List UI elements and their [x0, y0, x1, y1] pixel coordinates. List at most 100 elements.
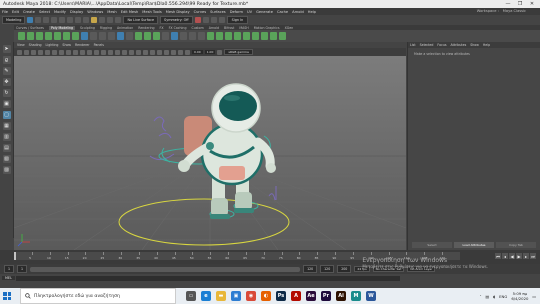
mirror-icon[interactable]: [126, 32, 133, 40]
menu-help[interactable]: Help: [308, 10, 316, 14]
premiere-icon[interactable]: Pr: [321, 291, 331, 301]
poly-cylinder-icon[interactable]: [36, 32, 43, 40]
menu-display[interactable]: Display: [70, 10, 83, 14]
select-object-icon[interactable]: [75, 17, 82, 23]
save-scene-icon[interactable]: [43, 17, 50, 23]
quad-draw-icon[interactable]: [198, 32, 205, 40]
shelf-tab-fx[interactable]: FX: [160, 26, 164, 30]
snap-curve-icon[interactable]: [99, 17, 106, 23]
volume-icon[interactable]: ◖: [493, 294, 495, 299]
sew-uv-icon[interactable]: [261, 32, 268, 40]
bevel-icon[interactable]: [153, 32, 160, 40]
menu-curves[interactable]: Curves: [194, 10, 206, 14]
panel-tab-focus[interactable]: Focus: [437, 43, 446, 47]
taskbar-search[interactable]: Πληκτρολογήστε εδώ για αναζήτηση: [20, 288, 176, 304]
render-settings-icon[interactable]: [210, 17, 217, 23]
paint-select-icon[interactable]: ✎: [2, 67, 11, 75]
separate-icon[interactable]: [99, 32, 106, 40]
poly-torus-icon[interactable]: [54, 32, 61, 40]
viewport-menu-shading[interactable]: Shading: [29, 43, 42, 47]
menu-modify[interactable]: Modify: [54, 10, 66, 14]
animation-end-field[interactable]: 200: [337, 265, 352, 273]
shadows-icon[interactable]: [129, 49, 134, 55]
four-view-icon[interactable]: ▦: [2, 122, 11, 130]
edge-icon[interactable]: e: [201, 291, 211, 301]
close-button[interactable]: ✕: [526, 0, 538, 8]
gate-mask-icon[interactable]: [66, 49, 71, 55]
menu-edit[interactable]: Edit: [12, 10, 19, 14]
poly-plane-icon[interactable]: [63, 32, 70, 40]
xray-joints-icon[interactable]: [178, 49, 183, 55]
xray-components-icon[interactable]: [185, 49, 190, 55]
planar-map-icon[interactable]: [216, 32, 223, 40]
color-space-select[interactable]: sRGB gamma: [224, 49, 253, 55]
camera-far-field[interactable]: 1.00: [204, 50, 216, 54]
photoshop-icon[interactable]: Ps: [276, 291, 286, 301]
end-time-field[interactable]: 120: [320, 265, 335, 273]
shelf-tab-rendering[interactable]: Rendering: [138, 26, 154, 30]
wireframe-icon[interactable]: [94, 49, 99, 55]
range-bar[interactable]: [30, 266, 301, 272]
cut-uv-icon[interactable]: [252, 32, 259, 40]
word-icon[interactable]: W: [366, 291, 376, 301]
smooth-shade-icon[interactable]: [101, 49, 106, 55]
target-weld-icon[interactable]: [180, 32, 187, 40]
spherical-map-icon[interactable]: [234, 32, 241, 40]
shelf-tab-xgen[interactable]: XGen: [285, 26, 294, 30]
anti-alias-icon[interactable]: [150, 49, 155, 55]
panel-tab-help[interactable]: Help: [483, 43, 490, 47]
menu-windows[interactable]: Windows: [87, 10, 103, 14]
auto-map-icon[interactable]: [243, 32, 250, 40]
start-button[interactable]: [0, 288, 14, 304]
wireframe-on-shaded-icon[interactable]: [108, 49, 113, 55]
file-explorer-icon[interactable]: ▬: [216, 291, 226, 301]
menu-arnold[interactable]: Arnold: [292, 10, 304, 14]
task-view-icon[interactable]: ▭: [186, 291, 196, 301]
motion-blur-icon[interactable]: [143, 49, 148, 55]
minimize-button[interactable]: —: [502, 0, 514, 8]
select-hierarchy-icon[interactable]: [67, 17, 74, 23]
menu-set-select[interactable]: Modeling: [2, 16, 26, 24]
uv-editor-icon[interactable]: [207, 32, 214, 40]
render-icon[interactable]: [194, 17, 201, 23]
play-forward-icon[interactable]: ▶: [516, 253, 522, 259]
bookmark-icon[interactable]: [31, 49, 36, 55]
new-scene-icon[interactable]: [27, 17, 34, 23]
shelf-tab-arnold[interactable]: Arnold: [209, 26, 219, 30]
menu-file[interactable]: File: [2, 10, 8, 14]
load-attributes-button[interactable]: Load Attributes: [454, 242, 494, 248]
shelf-tab-animation[interactable]: Animation: [117, 26, 133, 30]
panel-tab-attributes[interactable]: Attributes: [451, 43, 467, 47]
smooth-icon[interactable]: [108, 32, 115, 40]
persp-graph-icon[interactable]: ▤: [2, 144, 11, 152]
redo-icon[interactable]: [59, 17, 66, 23]
panel-tab-selected[interactable]: Selected: [420, 43, 434, 47]
film-gate-icon[interactable]: [52, 49, 57, 55]
cylindrical-map-icon[interactable]: [225, 32, 232, 40]
viewport-menu-renderer[interactable]: Renderer: [75, 43, 90, 47]
mel-label[interactable]: MEL: [2, 276, 15, 280]
play-back-icon[interactable]: ◀: [509, 253, 515, 259]
go-to-start-icon[interactable]: ⏮: [495, 253, 501, 259]
viewport-persp[interactable]: [14, 56, 406, 250]
shelf-tab-rigging[interactable]: Rigging: [100, 26, 112, 30]
select-camera-icon[interactable]: [17, 49, 22, 55]
ambient-occlusion-icon[interactable]: [136, 49, 141, 55]
current-time-marker[interactable]: [14, 252, 16, 260]
after-effects-icon[interactable]: Ae: [306, 291, 316, 301]
unfold-icon[interactable]: [270, 32, 277, 40]
go-to-end-icon[interactable]: ⏭: [530, 253, 536, 259]
camera-near-field[interactable]: 0.00: [192, 50, 203, 54]
poly-cone-icon[interactable]: [45, 32, 52, 40]
panel-tab-list[interactable]: List: [410, 43, 416, 47]
bridge-icon[interactable]: [144, 32, 151, 40]
snap-grid-icon[interactable]: [91, 17, 98, 23]
playback-end-field[interactable]: 120: [303, 265, 318, 273]
step-back-icon[interactable]: ◂: [502, 253, 508, 259]
snap-point-icon[interactable]: [107, 17, 114, 23]
menu-generate[interactable]: Generate: [256, 10, 273, 14]
shelf-tab-custom[interactable]: Custom: [191, 26, 203, 30]
snap-surface-icon[interactable]: [115, 17, 122, 23]
platonic-icon[interactable]: [81, 32, 88, 40]
safe-title-icon[interactable]: [87, 49, 92, 55]
